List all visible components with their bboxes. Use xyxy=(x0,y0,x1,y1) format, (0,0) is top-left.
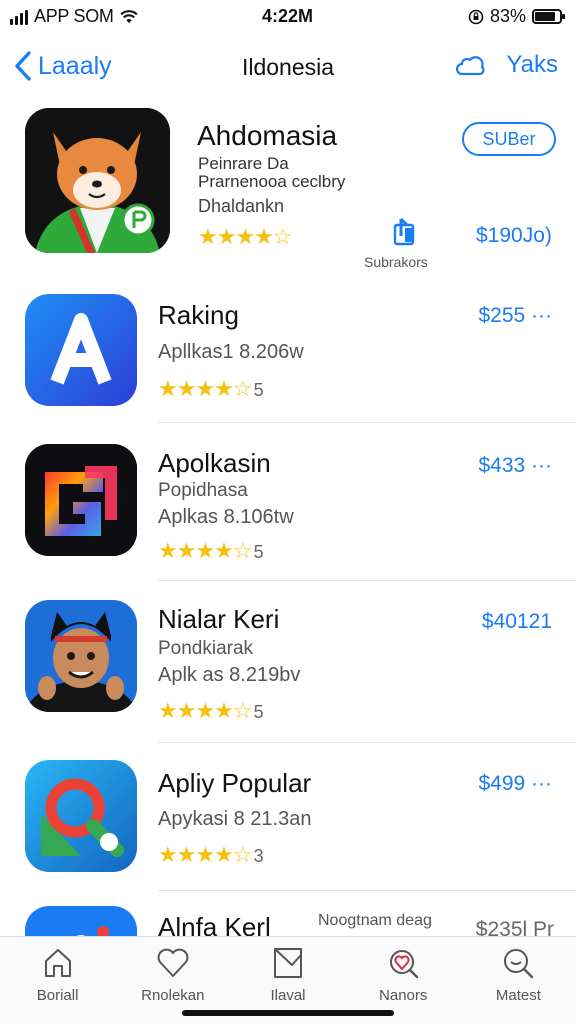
rating-stars: ★★★★☆ 3 xyxy=(158,842,264,867)
character-icon[interactable] xyxy=(25,600,137,712)
featured-price[interactable]: $190Jo) xyxy=(476,224,552,248)
rating-count: 5 xyxy=(253,380,264,400)
app-category: Pondkiarak xyxy=(158,638,254,659)
nav-bar: Laaaly Ildonesia Yaks xyxy=(0,40,576,92)
rating-count: 5 xyxy=(253,542,264,562)
tab-label: Boriall xyxy=(36,987,79,1004)
magnifier-app-icon[interactable] xyxy=(25,760,137,872)
featured-developer: Dhaldankn xyxy=(198,196,285,216)
nav-right-button[interactable]: Yaks xyxy=(506,51,558,79)
status-bar: APP SOM 4:22M 83% xyxy=(0,0,576,34)
tab-label: Nanors xyxy=(379,987,428,1004)
price-button[interactable]: $40121 xyxy=(482,610,552,634)
featured-rating-stars: ★★★★☆ xyxy=(198,224,293,249)
tray-icon xyxy=(274,948,302,978)
home-indicator[interactable] xyxy=(182,1010,394,1016)
tab-home[interactable]: Boriall xyxy=(0,937,115,1024)
gradient-glyph-icon[interactable] xyxy=(25,444,137,556)
app-subtitle: Apllkas1 8.206w xyxy=(158,341,304,363)
row-divider xyxy=(158,742,576,743)
featured-app-name[interactable]: Ahdomasia xyxy=(197,120,337,152)
rating-count: 3 xyxy=(253,846,264,866)
battery-fill xyxy=(535,12,555,21)
app-name[interactable]: Raking xyxy=(158,300,239,331)
tab-label: Ilaval xyxy=(270,987,306,1004)
tab-label: Matest xyxy=(495,987,541,1004)
battery-percent: 83% xyxy=(489,6,526,26)
letter-a-icon[interactable] xyxy=(25,294,137,406)
status-right: 83% xyxy=(468,6,565,27)
rating-count: 5 xyxy=(253,702,264,722)
featured-subtitle-1: Peinrare Da xyxy=(198,154,289,173)
share-label: Subrakors xyxy=(364,254,428,270)
heart-icon xyxy=(157,948,189,977)
app-subtitle: Aplk as 8.219bv xyxy=(158,664,301,686)
row-divider xyxy=(158,580,576,581)
cloud-icon[interactable] xyxy=(456,50,486,80)
rating-stars: ★★★★☆ 5 xyxy=(158,538,264,563)
price-button[interactable]: $499 ··· xyxy=(478,772,552,796)
tab-search[interactable]: Matest xyxy=(461,937,576,1024)
nav-right: Yaks xyxy=(456,50,558,80)
app-category: Popidhasa xyxy=(158,480,248,501)
search-icon xyxy=(504,949,534,979)
fox-app-icon[interactable] xyxy=(25,108,170,253)
featured-app[interactable]: Ahdomasia Peinrare Da Prarnenooa ceclbry… xyxy=(0,100,576,270)
tab-label: Rnolekan xyxy=(141,987,205,1004)
price-button[interactable]: $433 ··· xyxy=(478,454,552,478)
battery-icon xyxy=(532,9,565,24)
rating-stars: ★★★★☆ 5 xyxy=(158,376,264,401)
row-divider xyxy=(158,890,576,891)
rating-stars: ★★★★☆ 5 xyxy=(158,698,264,723)
wifi-icon xyxy=(120,9,138,23)
app-category: Noogtnam deag xyxy=(318,912,432,929)
heart-search-icon xyxy=(390,950,419,979)
house-icon xyxy=(44,949,71,977)
status-left: APP SOM xyxy=(10,6,138,27)
subscribe-button[interactable]: SUBer xyxy=(462,122,556,156)
share-icon[interactable] xyxy=(392,216,418,246)
rotation-lock-icon xyxy=(468,9,484,24)
price-button[interactable]: $255 ··· xyxy=(478,304,552,328)
app-subtitle: Aplkas 8.106tw xyxy=(158,506,294,528)
status-time: 4:22M xyxy=(262,6,314,26)
featured-subtitle-2: Prarnenooa ceclbry xyxy=(198,172,346,191)
app-name[interactable]: Apliy Popular xyxy=(158,768,311,799)
signal-icon xyxy=(10,9,28,25)
app-name[interactable]: Nialar Keri xyxy=(158,604,279,635)
app-name[interactable]: Apolkasin xyxy=(158,448,271,479)
app-subtitle: Apykasi 8 21.3an xyxy=(158,808,312,830)
row-divider xyxy=(158,422,576,423)
carrier-label: APP SOM xyxy=(34,6,114,26)
